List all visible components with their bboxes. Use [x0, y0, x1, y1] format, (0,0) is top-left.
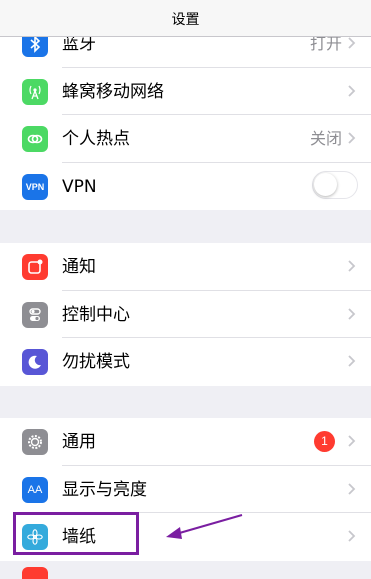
- control-center-icon: [22, 301, 48, 328]
- annotation-arrow-icon: [166, 514, 243, 539]
- page-title: 设置: [171, 12, 200, 28]
- chevron-right-icon: [348, 37, 356, 49]
- settings-row-do-not-disturb[interactable]: 勿扰模式: [0, 338, 371, 386]
- chevron-right-icon: [348, 307, 356, 320]
- display-icon-text: AA: [27, 483, 43, 496]
- cellular-icon: [22, 78, 48, 105]
- settings-row-notifications[interactable]: 通知: [0, 243, 371, 291]
- settings-row-general[interactable]: 通用 1: [0, 418, 371, 466]
- wallpaper-highlight-box: [13, 512, 139, 555]
- chevron-right-icon: [348, 84, 356, 97]
- display-icon: AA: [22, 476, 48, 503]
- settings-row-label: 通知: [62, 257, 96, 277]
- settings-row-label: 个人热点: [62, 129, 130, 149]
- moon-icon: [22, 349, 48, 375]
- hotspot-icon: [22, 126, 48, 152]
- chevron-right-icon: [348, 355, 356, 367]
- notifications-icon: [22, 254, 48, 280]
- settings-row-control-center[interactable]: 控制中心: [0, 291, 371, 338]
- chevron-right-icon: [348, 482, 356, 495]
- vpn-toggle[interactable]: [312, 170, 358, 199]
- vpn-icon: VPN: [22, 173, 48, 200]
- hotspot-status: 关闭: [309, 129, 342, 148]
- chevron-right-icon: [348, 435, 356, 447]
- chevron-right-icon: [348, 530, 356, 542]
- toggle-knob: [314, 172, 337, 196]
- update-badge: 1: [314, 431, 335, 452]
- settings-row-cellular[interactable]: 蜂窝移动网络: [0, 68, 371, 115]
- vpn-icon-text: VPN: [25, 181, 45, 192]
- settings-row-label: 蜂窝移动网络: [62, 81, 164, 102]
- chevron-right-icon: [348, 260, 356, 272]
- settings-row-display-brightness[interactable]: AA 显示与亮度: [0, 466, 371, 513]
- gear-icon: [22, 429, 48, 455]
- settings-row-label: 显示与亮度: [62, 479, 147, 500]
- settings-group-notifications: 通知 控制中心 勿扰模式: [0, 243, 371, 386]
- settings-row-vpn: VPN VPN: [0, 163, 371, 211]
- next-row-icon-partial: [22, 567, 48, 579]
- settings-row-label: VPN: [62, 176, 97, 197]
- settings-row-label: 控制中心: [62, 304, 130, 325]
- navigation-bar: 设置: [0, 0, 371, 37]
- settings-row-hotspot[interactable]: 个人热点 关闭: [0, 115, 371, 163]
- chevron-right-icon: [348, 132, 356, 144]
- settings-row-label: 勿扰模式: [62, 352, 130, 372]
- settings-group-connectivity: 蓝牙 打开 蜂窝移动网络 个人热点 关闭 VPN VPN: [0, 20, 371, 210]
- settings-row-label: 通用: [62, 432, 96, 452]
